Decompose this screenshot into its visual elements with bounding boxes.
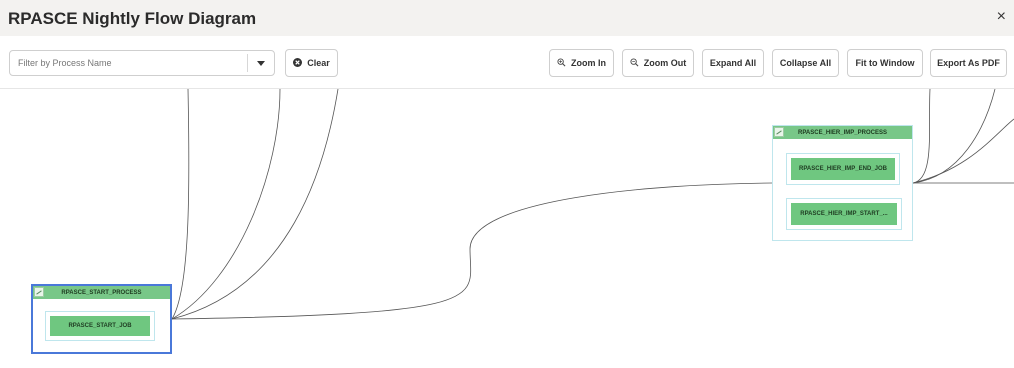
job-node[interactable]: RPASCE_HIER_IMP_START_... — [786, 198, 902, 230]
zoom-out-button[interactable]: Zoom Out — [622, 49, 694, 77]
job-name: RPASCE_HIER_IMP_START_... — [791, 203, 897, 225]
export-pdf-button[interactable]: Export As PDF — [930, 49, 1007, 77]
dialog-header: RPASCE Nightly Flow Diagram × — [0, 0, 1014, 36]
toolbar: Clear Zoom In Zoom Out Expand All Collap… — [0, 36, 1014, 89]
process-node-hier-imp[interactable]: RPASCE_HIER_IMP_PROCESS RPASCE_HIER_IMP_… — [772, 125, 913, 241]
job-name: RPASCE_START_JOB — [50, 316, 150, 336]
close-circle-icon — [293, 57, 303, 69]
edge — [912, 89, 996, 184]
dialog-title: RPASCE Nightly Flow Diagram — [8, 9, 257, 28]
expand-all-button[interactable]: Expand All — [702, 49, 764, 77]
clear-button[interactable]: Clear — [285, 49, 338, 77]
process-node-header: RPASCE_HIER_IMP_PROCESS — [773, 126, 912, 139]
process-node-start[interactable]: RPASCE_START_PROCESS RPASCE_START_JOB — [31, 284, 172, 354]
collapse-toggle-icon[interactable] — [34, 287, 44, 297]
flow-diagram-canvas[interactable]: RPASCE_START_PROCESS RPASCE_START_JOB RP… — [0, 89, 1014, 368]
zoom-in-icon — [557, 57, 566, 69]
zoom-out-icon — [630, 57, 639, 69]
close-icon[interactable]: × — [997, 8, 1006, 26]
edge — [171, 89, 339, 320]
process-name: RPASCE_START_PROCESS — [61, 289, 142, 296]
clear-button-label: Clear — [307, 58, 330, 68]
chevron-down-icon — [257, 60, 265, 66]
process-filter-input[interactable] — [10, 51, 248, 75]
job-name: RPASCE_HIER_IMP_END_JOB — [791, 158, 895, 180]
zoom-out-label: Zoom Out — [643, 58, 687, 68]
fit-to-window-button[interactable]: Fit to Window — [847, 49, 923, 77]
process-filter-combobox[interactable] — [9, 50, 275, 76]
edge — [912, 89, 931, 184]
edge — [912, 118, 1014, 184]
job-node[interactable]: RPASCE_START_JOB — [45, 311, 155, 341]
collapse-toggle-icon[interactable] — [774, 127, 784, 137]
collapse-all-button[interactable]: Collapse All — [772, 49, 839, 77]
edge — [171, 182, 773, 320]
filter-dropdown-button[interactable] — [247, 54, 274, 72]
process-name: RPASCE_HIER_IMP_PROCESS — [798, 129, 887, 136]
edge — [171, 89, 190, 320]
process-node-header: RPASCE_START_PROCESS — [33, 286, 170, 299]
job-node[interactable]: RPASCE_HIER_IMP_END_JOB — [786, 153, 900, 185]
zoom-in-label: Zoom In — [571, 58, 606, 68]
zoom-in-button[interactable]: Zoom In — [549, 49, 614, 77]
